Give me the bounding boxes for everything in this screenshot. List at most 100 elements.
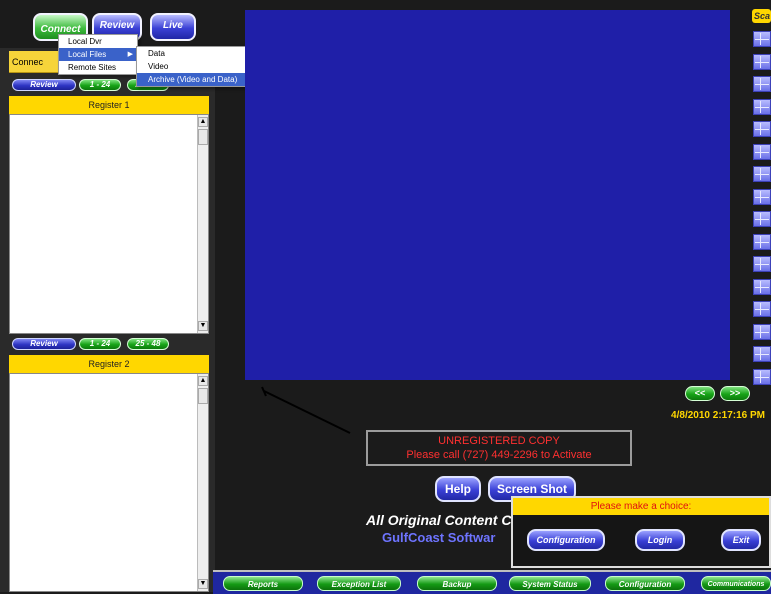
scroll-down-icon[interactable]: ▼ bbox=[198, 321, 208, 331]
communications-label: Communications bbox=[707, 581, 765, 588]
copyright-line1: All Original Content C bbox=[366, 512, 511, 528]
configuration-tab-button[interactable]: Configuration bbox=[605, 576, 685, 591]
camera-layout-icon[interactable] bbox=[753, 76, 771, 92]
camera-layout-icon[interactable] bbox=[753, 121, 771, 137]
company-text: GulfCoast Softwar bbox=[382, 530, 496, 545]
camera-layout-icon[interactable] bbox=[753, 233, 771, 250]
review-button-label: Review bbox=[99, 20, 135, 31]
next-button[interactable]: >> bbox=[720, 386, 750, 401]
register1-review-button[interactable]: Review bbox=[12, 79, 76, 91]
camera-layout-icon[interactable] bbox=[753, 143, 771, 160]
system-status-label: System Status bbox=[522, 580, 578, 589]
register1-list[interactable]: ▲ ▼ bbox=[9, 114, 209, 334]
register1-range1-label: 1 - 24 bbox=[89, 80, 111, 89]
exit-button[interactable]: Exit bbox=[721, 529, 761, 551]
camera-layout-icon[interactable] bbox=[753, 301, 771, 317]
bottom-toolbar: Reports Exception List Backup System Sta… bbox=[213, 570, 771, 594]
register2-range1-label: 1 - 24 bbox=[89, 339, 111, 348]
camera-layout-icon[interactable] bbox=[753, 211, 771, 227]
choice-dialog: Please make a choice: Configuration Logi… bbox=[511, 496, 771, 568]
prev-button[interactable]: << bbox=[685, 386, 715, 401]
dialog-title-text: Please make a choice: bbox=[590, 501, 692, 512]
company-name: GulfCoast Softwar bbox=[382, 530, 495, 545]
exception-list-button[interactable]: Exception List bbox=[317, 576, 401, 591]
submenu-item-data[interactable]: Data bbox=[137, 47, 258, 60]
connect-menu: Local Dvr Local Files ▶ Remote Sites bbox=[58, 34, 138, 75]
unregistered-notice: UNREGISTERED COPY Please call (727) 449-… bbox=[366, 430, 632, 466]
communications-button[interactable]: Communications bbox=[701, 576, 771, 591]
menu-item-label: Remote Sites bbox=[68, 63, 117, 72]
help-label: Help bbox=[444, 482, 471, 496]
scroll-thumb[interactable] bbox=[198, 129, 208, 145]
register2-scrollbar[interactable]: ▲ ▼ bbox=[197, 374, 208, 591]
camera-layout-icon[interactable] bbox=[753, 256, 771, 272]
submenu-item-video[interactable]: Video bbox=[137, 60, 258, 73]
camera-layout-icon[interactable] bbox=[753, 53, 771, 70]
menu-item-label: Local Files bbox=[68, 50, 107, 59]
connection-tab-label: Connec bbox=[12, 57, 44, 67]
register1-range-1-24[interactable]: 1 - 24 bbox=[79, 79, 121, 91]
datetime-display: 4/8/2010 2:17:16 PM bbox=[630, 410, 771, 421]
register2-range-1-24[interactable]: 1 - 24 bbox=[79, 338, 121, 350]
submenu-item-archive[interactable]: Archive (Video and Data) bbox=[137, 73, 258, 86]
camera-layout-icon[interactable] bbox=[753, 31, 771, 47]
configuration-label: Configuration bbox=[536, 535, 596, 545]
camera-layout-icon[interactable] bbox=[753, 98, 771, 115]
register2-header: Register 2 bbox=[9, 355, 209, 373]
camera-layout-icon[interactable] bbox=[753, 188, 771, 205]
video-display[interactable] bbox=[245, 10, 730, 380]
screenshot-label: Screen Shot bbox=[496, 482, 568, 496]
backup-label: Backup bbox=[442, 580, 472, 589]
menu-item-label: Local Dvr bbox=[68, 37, 102, 46]
left-panel: Connec Review 1 - 24 25 - 48 Register 1 … bbox=[0, 48, 215, 592]
dialog-title: Please make a choice: bbox=[513, 498, 769, 515]
register2-list[interactable]: ▲ ▼ bbox=[9, 373, 209, 592]
submenu-arrow-icon: ▶ bbox=[127, 51, 133, 58]
camera-layout-icon[interactable] bbox=[753, 323, 771, 340]
register2-title: Register 2 bbox=[88, 359, 130, 369]
menu-item-local-files[interactable]: Local Files ▶ bbox=[59, 48, 137, 61]
copyright-text: All Original Content C bbox=[366, 512, 512, 528]
login-button[interactable]: Login bbox=[635, 529, 685, 551]
live-button[interactable]: Live bbox=[150, 13, 196, 41]
scroll-thumb[interactable] bbox=[198, 388, 208, 404]
backup-button[interactable]: Backup bbox=[417, 576, 497, 591]
live-button-label: Live bbox=[162, 20, 183, 31]
register1-scrollbar[interactable]: ▲ ▼ bbox=[197, 115, 208, 333]
exception-list-label: Exception List bbox=[331, 580, 387, 589]
register1-review-label: Review bbox=[30, 80, 58, 89]
menu-item-local-dvr[interactable]: Local Dvr bbox=[59, 35, 137, 48]
camera-layout-icon[interactable] bbox=[753, 346, 771, 362]
configuration-tab-label: Configuration bbox=[618, 580, 672, 589]
next-label: >> bbox=[729, 388, 741, 398]
scroll-up-icon[interactable]: ▲ bbox=[198, 376, 208, 386]
login-label: Login bbox=[647, 535, 673, 545]
register2-review-label: Review bbox=[30, 339, 58, 348]
submenu-item-label: Video bbox=[148, 62, 169, 71]
prev-label: << bbox=[694, 388, 706, 398]
cursor-line bbox=[261, 386, 351, 434]
submenu-item-label: Data bbox=[148, 49, 165, 58]
scroll-down-icon[interactable]: ▼ bbox=[198, 579, 208, 589]
menu-item-remote-sites[interactable]: Remote Sites bbox=[59, 61, 137, 74]
register1-title: Register 1 bbox=[88, 100, 130, 110]
system-status-button[interactable]: System Status bbox=[509, 576, 591, 591]
scan-label[interactable]: Sca bbox=[752, 9, 771, 23]
submenu-item-label: Archive (Video and Data) bbox=[148, 75, 238, 84]
camera-layout-icon[interactable] bbox=[753, 368, 771, 385]
unregistered-line2: Please call (727) 449-2296 to Activate bbox=[406, 449, 592, 461]
scroll-up-icon[interactable]: ▲ bbox=[198, 117, 208, 127]
register1-header: Register 1 bbox=[9, 96, 209, 114]
exit-label: Exit bbox=[732, 535, 750, 545]
register2-range2-label: 25 - 48 bbox=[135, 339, 161, 348]
register2-review-button[interactable]: Review bbox=[12, 338, 76, 350]
configuration-button[interactable]: Configuration bbox=[527, 529, 605, 551]
scan-label-text: Sca bbox=[754, 11, 771, 21]
datetime-text: 4/8/2010 2:17:16 PM bbox=[671, 410, 765, 421]
camera-layout-icon[interactable] bbox=[753, 278, 771, 295]
local-files-submenu: Data Video Archive (Video and Data) bbox=[136, 46, 259, 87]
help-button[interactable]: Help bbox=[435, 476, 481, 502]
reports-button[interactable]: Reports bbox=[223, 576, 303, 591]
camera-layout-icon[interactable] bbox=[753, 166, 771, 182]
register2-range-25-48[interactable]: 25 - 48 bbox=[127, 338, 169, 350]
